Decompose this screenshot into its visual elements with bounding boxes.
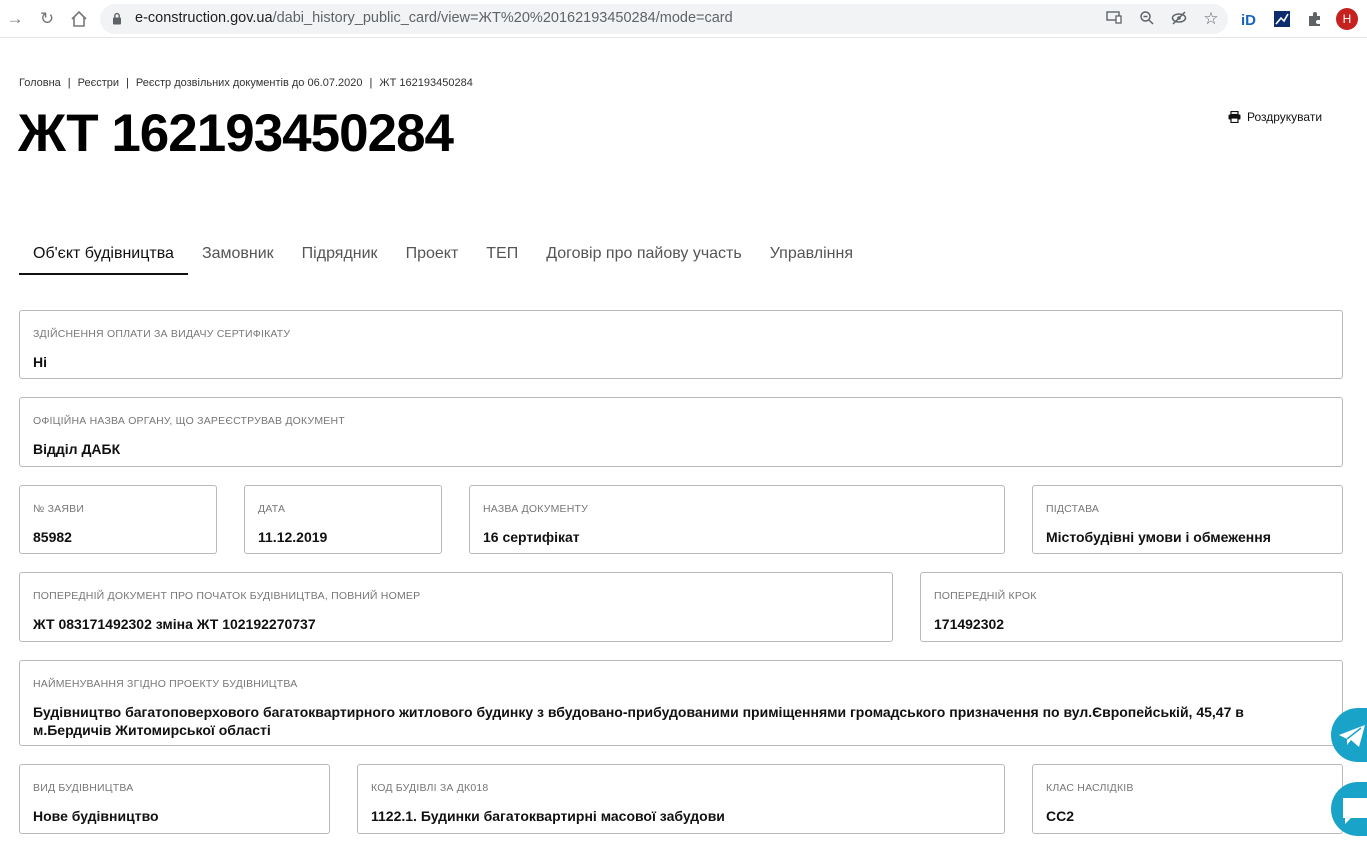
field-value: Нове будівництво [33,808,159,824]
field-label: Дата [258,503,286,515]
construction-type-card: Вид будівництва Нове будівництво [19,764,330,834]
tab-management[interactable]: Управління [756,238,867,275]
lock-icon [113,12,121,25]
field-value: 1122.1. Будинки багатоквартирні масової … [371,808,725,824]
telegram-icon [1339,725,1365,747]
reload-icon[interactable]: ↻ [36,8,58,30]
breadcrumb-permit-registry[interactable]: Реєстр дозвільних документів до 06.07.20… [136,77,363,89]
field-label: № заяви [33,503,85,515]
field-label: Офіційна назва органу, що зареєстрував д… [33,415,345,427]
printer-icon [1228,111,1241,123]
field-value: Містобудівні умови і обмеження [1046,529,1271,545]
breadcrumb-registries[interactable]: Реєстри [78,77,119,89]
svg-text:iD: iD [1241,12,1256,29]
field-label: Здійснення оплати за видачу сертифікату [33,328,291,340]
print-label: Роздрукувати [1247,110,1323,124]
tab-construction-object[interactable]: Об'єкт будівництва [19,238,188,275]
basis-card: Підстава Містобудівні умови і обмеження [1032,485,1343,554]
url-text: e-construction.gov.ua/dabi_history_publi… [135,10,733,26]
field-value: 11.12.2019 [258,529,328,545]
breadcrumb-home[interactable]: Головна [19,77,61,89]
page-title: ЖТ 162193450284 [18,104,454,163]
field-label: Найменування згідно проекту будівництва [33,678,298,690]
building-code-card: Код будівлі за ДК018 1122.1. Будинки баг… [357,764,1005,834]
payment-card: Здійснення оплати за видачу сертифікату … [19,310,1343,379]
id-extension-icon[interactable]: iD [1240,9,1260,29]
browser-toolbar: → ↻ e-construction.gov.ua/dabi_history_p… [0,0,1367,38]
graph-extension-icon[interactable] [1272,9,1292,29]
field-value: 16 сертифікат [483,529,580,545]
field-value: ЖТ 083171492302 зміна ЖТ 102192270737 [33,616,316,632]
star-icon[interactable]: ☆ [1202,10,1220,28]
field-value: 85982 [33,529,72,545]
hidden-eye-icon[interactable] [1170,10,1188,28]
project-name-card: Найменування згідно проекту будівництва … [19,660,1343,746]
field-label: Попередній документ про початок будівниц… [33,590,421,602]
chat-button[interactable] [1331,782,1367,836]
date-card: Дата 11.12.2019 [244,485,442,554]
prev-step-card: Попередній крок 171492302 [920,572,1343,642]
field-value: Будівництво багатоповерхового багатоквар… [33,704,1244,738]
chat-icon [1343,798,1367,824]
consequence-class-card: Клас наслідків СС2 [1032,764,1343,834]
tab-bar: Об'єкт будівництва Замовник Підрядник Пр… [19,238,867,276]
field-value: СС2 [1046,808,1075,824]
extensions-puzzle-icon[interactable] [1305,9,1325,29]
address-bar[interactable]: e-construction.gov.ua/dabi_history_publi… [100,4,1228,34]
field-label: Назва документу [483,503,588,515]
tab-project[interactable]: Проект [392,238,473,275]
print-button[interactable]: Роздрукувати [1228,110,1322,124]
profile-avatar[interactable]: H [1336,8,1358,30]
field-label: Вид будівництва [33,782,134,794]
field-label: Код будівлі за ДК018 [371,782,489,794]
doc-name-card: Назва документу 16 сертифікат [469,485,1005,554]
field-label: Попередній крок [934,590,1037,602]
home-icon[interactable] [68,8,90,30]
tab-contractor[interactable]: Підрядник [288,238,392,275]
breadcrumb: Головна | Реєстри | Реєстр дозвільних докуме… [19,77,473,89]
field-value: Ні [33,354,47,370]
tab-tep[interactable]: ТЕП [472,238,532,275]
prev-doc-card: Попередній документ про початок будівниц… [19,572,893,642]
telegram-button[interactable] [1331,708,1367,762]
field-value: 171492302 [934,616,1005,632]
breadcrumb-current: ЖТ 162193450284 [379,77,473,89]
field-value: Відділ ДАБК [33,441,121,457]
tab-share-agreement[interactable]: Договір про пайову участь [532,238,756,275]
forward-icon[interactable]: → [4,8,26,30]
field-label: Клас наслідків [1046,782,1134,794]
field-label: Підстава [1046,503,1100,515]
tab-customer[interactable]: Замовник [188,238,288,275]
zoom-icon[interactable] [1138,10,1156,28]
cast-icon[interactable] [1105,10,1123,28]
application-no-card: № заяви 85982 [19,485,217,554]
authority-card: Офіційна назва органу, що зареєстрував д… [19,397,1343,467]
